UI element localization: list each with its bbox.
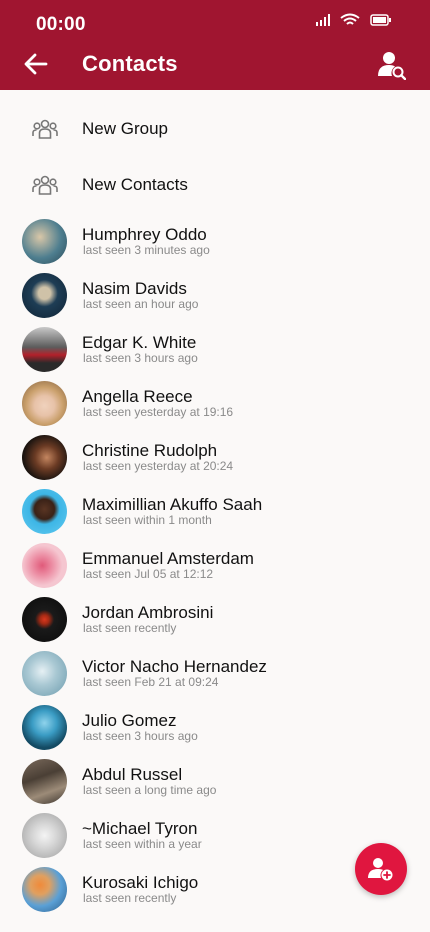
avatar (22, 597, 67, 642)
avatar (22, 435, 67, 480)
page-title: Contacts (82, 51, 178, 76)
contact-last-seen: last seen 3 hours ago (83, 729, 198, 743)
contact-last-seen: last seen Jul 05 at 12:12 (83, 567, 214, 581)
contact-name: Angella Reece (82, 387, 193, 406)
contact-name: Nasim Davids (82, 279, 187, 298)
avatar (22, 489, 67, 534)
contact-last-seen: last seen within a year (83, 837, 202, 851)
contact-last-seen: last seen an hour ago (83, 297, 199, 311)
avatar (22, 543, 67, 588)
contact-name: Edgar K. White (82, 333, 197, 352)
contact-last-seen: last seen recently (83, 891, 177, 905)
back-arrow-icon[interactable] (22, 50, 50, 78)
contact-item[interactable]: Jordan Ambrosini last seen recently (0, 597, 430, 649)
contact-name: Christine Rudolph (82, 441, 218, 460)
search-contact-icon[interactable] (378, 50, 406, 80)
contact-last-seen: last seen Feb 21 at 09:24 (83, 675, 219, 689)
contact-item[interactable]: Nasim Davids last seen an hour ago (0, 273, 430, 325)
add-contact-button[interactable] (355, 843, 407, 895)
status-icons (316, 13, 392, 27)
new-contacts-button[interactable]: New Contacts (0, 164, 430, 208)
contact-last-seen: last seen within 1 month (83, 513, 212, 527)
contact-last-seen: last seen a long time ago (83, 783, 217, 797)
status-time: 00:00 (36, 14, 86, 35)
contact-item[interactable]: Humphrey Oddo last seen 3 minutes ago (0, 219, 430, 271)
contact-item[interactable]: Angella Reece last seen yesterday at 19:… (0, 381, 430, 433)
contact-name: Jordan Ambrosini (82, 603, 214, 622)
avatar (22, 219, 67, 264)
contact-item[interactable]: Christine Rudolph last seen yesterday at… (0, 435, 430, 487)
battery-icon (370, 14, 391, 26)
contact-name: Julio Gomez (82, 711, 177, 730)
signal-icon (316, 14, 330, 26)
contact-last-seen: last seen 3 hours ago (83, 351, 198, 365)
contact-name: Kurosaki Ichigo (82, 873, 199, 892)
avatar (22, 381, 67, 426)
wifi-icon (340, 13, 360, 25)
group-icon (32, 175, 58, 195)
app-header: 00:00 Contacts (0, 0, 430, 90)
group-icon (32, 119, 58, 139)
contact-name: ~Michael Tyron (82, 819, 198, 838)
new-contacts-label: New Contacts (82, 175, 188, 194)
new-group-button[interactable]: New Group (0, 108, 430, 152)
contact-last-seen: last seen yesterday at 20:24 (83, 459, 234, 473)
contact-name: Humphrey Oddo (82, 225, 207, 244)
contact-item[interactable]: Julio Gomez last seen 3 hours ago (0, 705, 430, 757)
contact-name: Victor Nacho Hernandez (82, 657, 267, 676)
avatar (22, 273, 67, 318)
avatar (22, 327, 67, 372)
contact-item[interactable]: Victor Nacho Hernandez last seen Feb 21 … (0, 651, 430, 703)
contact-name: Maximillian Akuffo Saah (82, 495, 263, 514)
avatar (22, 867, 67, 912)
contact-name: Abdul Russel (82, 765, 183, 784)
new-group-label: New Group (82, 119, 168, 138)
avatar (22, 705, 67, 750)
avatar (22, 813, 67, 858)
contact-last-seen: last seen recently (83, 621, 177, 635)
contact-item[interactable]: Emmanuel Amsterdam last seen Jul 05 at 1… (0, 543, 430, 595)
contact-item[interactable]: Abdul Russel last seen a long time ago (0, 759, 430, 811)
avatar (22, 759, 67, 804)
contact-last-seen: last seen yesterday at 19:16 (83, 405, 234, 419)
contact-item[interactable]: Maximillian Akuffo Saah last seen within… (0, 489, 430, 541)
contact-name: Emmanuel Amsterdam (82, 549, 254, 568)
contact-item[interactable]: Edgar K. White last seen 3 hours ago (0, 327, 430, 379)
contact-last-seen: last seen 3 minutes ago (83, 243, 210, 257)
add-person-icon (368, 858, 393, 881)
avatar (22, 651, 67, 696)
